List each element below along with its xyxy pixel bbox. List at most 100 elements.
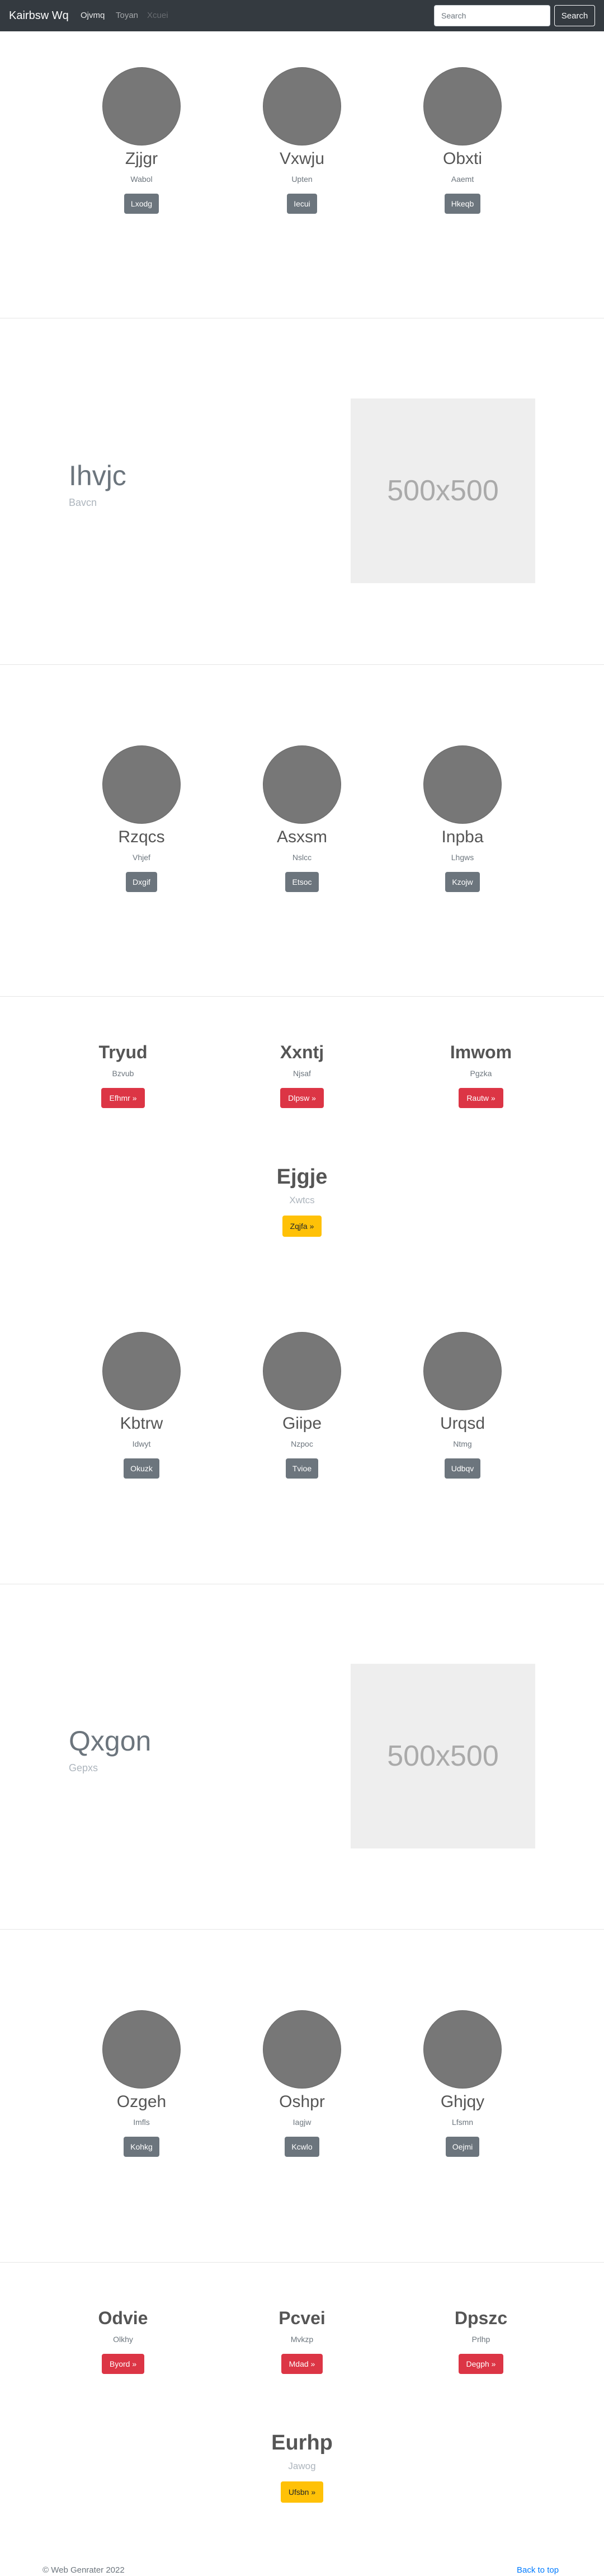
center-button[interactable]: Ufsbn » bbox=[280, 2481, 324, 2503]
avatar bbox=[102, 1332, 181, 1410]
person-subtitle: Vhjef bbox=[133, 853, 150, 862]
avatar bbox=[102, 67, 181, 146]
feature-subtitle: Bavcn bbox=[69, 497, 97, 508]
card-subtitle: Prlhp bbox=[471, 2335, 490, 2344]
card-title: Pcvei bbox=[279, 2308, 325, 2328]
card-subtitle: Olkhy bbox=[113, 2335, 133, 2344]
card: Xxntj Njsaf Dlpsw » bbox=[218, 1041, 386, 1108]
person-name: Inpba bbox=[441, 828, 484, 846]
navbar: Kairbsw Wq Ojvmq Toyan Xcuei Search bbox=[0, 0, 604, 31]
card-row: Tryud Bzvub Efhmr » Xxntj Njsaf Dlpsw » … bbox=[0, 1041, 604, 1114]
person-subtitle: Idwyt bbox=[132, 1439, 151, 1448]
avatar bbox=[423, 67, 502, 146]
avatar bbox=[423, 2010, 502, 2089]
avatar bbox=[423, 745, 502, 824]
avatar bbox=[263, 745, 341, 824]
card-button[interactable]: Efhmr » bbox=[101, 1088, 145, 1108]
person-card: Urqsd Ntmg Udbqv bbox=[379, 1332, 546, 1479]
center-subtitle: Jawog bbox=[288, 2461, 316, 2471]
person-card: Vxwju Upten Iecui bbox=[218, 67, 386, 214]
person-name: Asxsm bbox=[277, 828, 327, 846]
person-row: Ozgeh Imfls Kohkg Oshpr Iagjw Kcwlo Ghjq… bbox=[0, 2010, 604, 2173]
feature-subtitle: Gepxs bbox=[69, 1762, 98, 1773]
person-name: Urqsd bbox=[440, 1414, 485, 1433]
center-subtitle: Xwtcs bbox=[289, 1195, 315, 1205]
person-card: Zjjgr Wabol Lxodg bbox=[58, 67, 225, 214]
person-button[interactable]: Kcwlo bbox=[285, 2137, 319, 2157]
feature-section: Qxgon Gepxs 500x500 bbox=[0, 1664, 604, 1848]
card: Dpszc Prlhp Degph » bbox=[397, 2307, 565, 2374]
person-card: Giipe Nzpoc Tvioe bbox=[218, 1332, 386, 1479]
person-subtitle: Ntmg bbox=[453, 1439, 472, 1448]
search-button[interactable]: Search bbox=[554, 5, 595, 26]
person-card: Inpba Lhgws Kzojw bbox=[379, 745, 546, 892]
person-button[interactable]: Hkeqb bbox=[444, 194, 481, 214]
nav-link-toyan[interactable]: Toyan bbox=[116, 10, 138, 21]
person-row: Zjjgr Wabol Lxodg Vxwju Upten Iecui Obxt… bbox=[0, 67, 604, 229]
card-button[interactable]: Rautw » bbox=[459, 1088, 503, 1108]
person-name: Obxti bbox=[442, 149, 483, 168]
person-button[interactable]: Iecui bbox=[287, 194, 317, 214]
avatar bbox=[263, 1332, 341, 1410]
person-button[interactable]: Okuzk bbox=[124, 1458, 159, 1479]
person-button[interactable]: Tvioe bbox=[285, 1458, 319, 1479]
placeholder-image: 500x500 bbox=[351, 1664, 535, 1848]
card-subtitle: Njsaf bbox=[293, 1069, 311, 1078]
card: Odvie Olkhy Byord » bbox=[39, 2307, 207, 2374]
person-card: Ozgeh Imfls Kohkg bbox=[58, 2010, 225, 2157]
avatar bbox=[423, 1332, 502, 1410]
card-subtitle: Pgzka bbox=[470, 1069, 492, 1078]
feature-section: Ihvjc Bavcn 500x500 bbox=[0, 398, 604, 583]
person-button[interactable]: Etsoc bbox=[285, 872, 319, 892]
person-button[interactable]: Udbqv bbox=[444, 1458, 481, 1479]
person-button[interactable]: Dxgif bbox=[126, 872, 157, 892]
center-feature: Ejgje Xwtcs Zqjfa » bbox=[218, 1164, 386, 1237]
card-subtitle: Bzvub bbox=[112, 1069, 134, 1078]
person-name: Giipe bbox=[282, 1414, 322, 1433]
person-button[interactable]: Lxodg bbox=[124, 194, 159, 214]
card: Tryud Bzvub Efhmr » bbox=[39, 1041, 207, 1108]
avatar bbox=[102, 745, 181, 824]
person-subtitle: Aaemt bbox=[451, 175, 474, 184]
person-button[interactable]: Kzojw bbox=[445, 872, 480, 892]
person-card: Ghjqy Lfsmn Oejmi bbox=[379, 2010, 546, 2157]
card: Imwom Pgzka Rautw » bbox=[397, 1041, 565, 1108]
center-feature: Eurhp Jawog Ufsbn » bbox=[218, 2430, 386, 2503]
brand[interactable]: Kairbsw Wq bbox=[9, 8, 69, 24]
card-title: Imwom bbox=[450, 1042, 512, 1062]
person-row: Rzqcs Vhjef Dxgif Asxsm Nslcc Etsoc Inpb… bbox=[0, 745, 604, 908]
person-button[interactable]: Oejmi bbox=[445, 2137, 480, 2157]
person-subtitle: Wabol bbox=[130, 175, 153, 184]
person-subtitle: Nzpoc bbox=[291, 1439, 313, 1448]
center-title: Ejgje bbox=[276, 1165, 328, 1189]
feature-title: Ihvjc bbox=[69, 460, 126, 491]
person-subtitle: Imfls bbox=[133, 2118, 150, 2127]
person-card: Asxsm Nslcc Etsoc bbox=[218, 745, 386, 892]
person-card: Obxti Aaemt Hkeqb bbox=[379, 67, 546, 214]
nav-link-ojvmq[interactable]: Ojvmq bbox=[81, 10, 105, 21]
card-button[interactable]: Mdad » bbox=[281, 2354, 323, 2374]
card-button[interactable]: Byord » bbox=[101, 2354, 145, 2374]
search-input[interactable] bbox=[434, 5, 550, 26]
section-divider bbox=[0, 664, 604, 665]
person-name: Ozgeh bbox=[116, 2092, 167, 2111]
person-subtitle: Lfsmn bbox=[451, 2118, 474, 2127]
avatar bbox=[263, 67, 341, 146]
person-name: Kbtrw bbox=[120, 1414, 163, 1433]
card-title: Odvie bbox=[98, 2308, 148, 2328]
card: Pcvei Mvkzp Mdad » bbox=[218, 2307, 386, 2374]
center-button[interactable]: Zqjfa » bbox=[282, 1216, 322, 1237]
person-button[interactable]: Kohkg bbox=[124, 2137, 159, 2157]
person-subtitle: Lhgws bbox=[451, 853, 474, 862]
section-divider bbox=[0, 2262, 604, 2263]
person-card: Rzqcs Vhjef Dxgif bbox=[58, 745, 225, 892]
card-button[interactable]: Dlpsw » bbox=[280, 1088, 324, 1108]
back-to-top-link[interactable]: Back to top bbox=[517, 2565, 559, 2576]
card-title: Dpszc bbox=[454, 2308, 508, 2328]
person-card: Oshpr Iagjw Kcwlo bbox=[218, 2010, 386, 2157]
card-title: Tryud bbox=[98, 1042, 148, 1062]
center-title: Eurhp bbox=[271, 2431, 333, 2455]
person-name: Oshpr bbox=[279, 2092, 325, 2111]
placeholder-image: 500x500 bbox=[351, 398, 535, 583]
card-button[interactable]: Degph » bbox=[458, 2354, 504, 2374]
